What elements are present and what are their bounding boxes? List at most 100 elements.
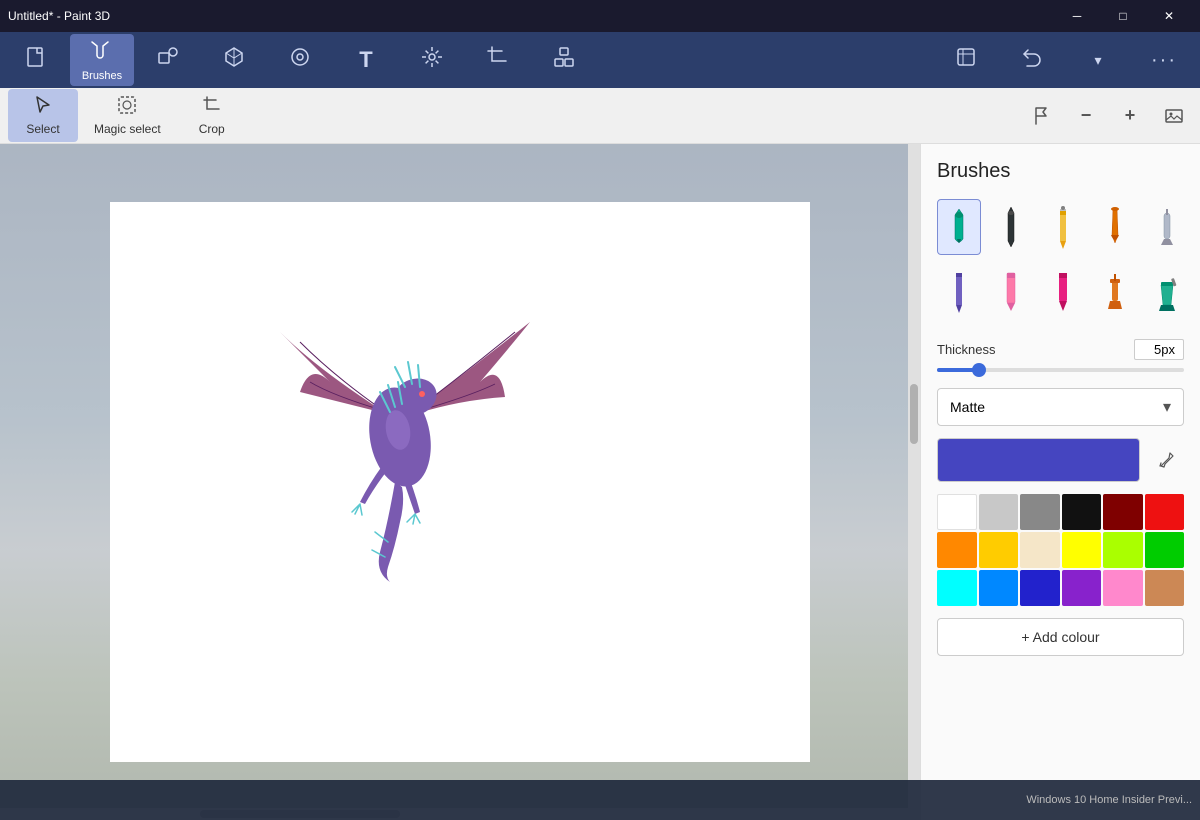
slider-thumb[interactable] [972,363,986,377]
color-purple[interactable] [1062,570,1102,606]
window-controls: ─ □ ✕ [1054,0,1192,32]
magic-select-icon [117,95,137,118]
stickers-icon [954,45,978,75]
vertical-scrollbar[interactable] [908,144,920,820]
scrollbar-thumb-v[interactable] [910,384,918,444]
menu-brushes[interactable]: Brushes [70,34,134,86]
titlebar: Untitled* - Paint 3D ─ □ ✕ [0,0,1200,32]
menu-file[interactable] [4,34,68,86]
color-palette [937,494,1184,606]
select-icon [33,95,53,118]
color-white[interactable] [937,494,977,530]
color-swatch-row [937,438,1184,482]
more-button[interactable]: ··· [1132,34,1196,86]
thickness-label: Thickness [937,342,1122,357]
thickness-slider[interactable] [937,368,1184,372]
chevron-down-icon: ▾ [1163,397,1171,417]
crop-icon [486,45,510,75]
color-lime[interactable] [1103,532,1143,568]
thickness-row: Thickness 5px [937,339,1184,360]
image-button[interactable] [1156,98,1192,134]
undo-button[interactable] [1000,34,1064,86]
color-gray[interactable] [1020,494,1060,530]
minimize-button[interactable]: ─ [1054,0,1100,32]
maximize-button[interactable]: □ [1100,0,1146,32]
canvas-area[interactable] [0,144,920,820]
add-colour-button[interactable]: + Add colour [937,618,1184,656]
color-blue[interactable] [979,570,1019,606]
menu-stickers[interactable] [934,34,998,86]
color-lightgray[interactable] [979,494,1019,530]
panel-title: Brushes [937,160,1184,183]
menu-canvas[interactable] [400,34,464,86]
toolbar: Select Magic select Crop − + [0,88,1200,144]
brush-spray2[interactable] [1093,263,1137,319]
brush-menu-icon [90,38,114,68]
color-black[interactable] [1062,494,1102,530]
color-brown[interactable] [1145,570,1185,606]
color-pink[interactable] [1103,570,1143,606]
remove-button[interactable]: − [1068,98,1104,134]
menu-crop[interactable] [466,34,530,86]
color-skin[interactable] [1020,532,1060,568]
taskbar: Windows 10 Home Insider Previ... [0,780,1200,820]
color-green[interactable] [1145,532,1185,568]
file-icon [24,45,48,75]
text-icon: T [359,47,372,73]
shapes-icon [156,45,180,75]
app-title: Untitled* - Paint 3D [8,9,110,23]
brush-coloredpencil[interactable] [937,263,981,319]
color-darkred[interactable] [1103,494,1143,530]
color-cyan[interactable] [937,570,977,606]
toolbar-right: − + [1024,98,1192,134]
menu-brushes-label: Brushes [82,70,122,82]
magic-select-label: Magic select [94,122,161,136]
plus-icon: + [1125,105,1136,126]
taskbar-text: Windows 10 Home Insider Previ... [1026,794,1192,806]
color-navy[interactable] [1020,570,1060,606]
select-label: Select [26,122,59,136]
menu-shapes[interactable] [136,34,200,86]
menu-text[interactable]: T [334,34,398,86]
eyedropper-button[interactable] [1148,442,1184,478]
add-button[interactable]: + [1112,98,1148,134]
thickness-value[interactable]: 5px [1134,339,1184,360]
brush-pen[interactable] [989,199,1033,255]
undo-dropdown[interactable]: ▾ [1066,34,1130,86]
minus-icon: − [1081,105,1092,126]
more-icon: ··· [1151,49,1177,72]
undo-icon [1021,46,1043,74]
brush-marker[interactable] [937,199,981,255]
color-red[interactable] [1145,494,1185,530]
menu-3dlib[interactable] [532,34,596,86]
canvas-icon [420,45,444,75]
toolbar-crop[interactable]: Crop [177,89,247,142]
brush-marker2[interactable] [1041,263,1085,319]
menubar: Brushes T [0,32,1200,88]
main-area: Brushes [0,144,1200,820]
toolbar-magic-select[interactable]: Magic select [82,89,173,142]
selected-color-swatch[interactable] [937,438,1140,482]
right-panel: Brushes [920,144,1200,820]
3d-icon [222,45,246,75]
finish-label: Matte [950,399,985,415]
brush-grid [937,199,1184,319]
color-gold[interactable] [979,532,1019,568]
brush-highlighter[interactable] [989,263,1033,319]
menu-effects[interactable] [268,34,332,86]
finish-dropdown[interactable]: Matte ▾ [937,388,1184,426]
brush-pencil[interactable] [1041,199,1085,255]
canvas[interactable] [110,202,810,762]
flag-button[interactable] [1024,98,1060,134]
chevron-down-icon: ▾ [1094,52,1101,69]
brush-spray[interactable] [1145,199,1189,255]
menu-3d[interactable] [202,34,266,86]
toolbar-select[interactable]: Select [8,89,78,142]
color-yellow[interactable] [1062,532,1102,568]
crop-toolbar-icon [202,95,222,118]
brush-oilbrush[interactable] [1093,199,1137,255]
brush-bucket[interactable] [1145,263,1189,319]
color-orange[interactable] [937,532,977,568]
close-button[interactable]: ✕ [1146,0,1192,32]
effects-icon [288,45,312,75]
